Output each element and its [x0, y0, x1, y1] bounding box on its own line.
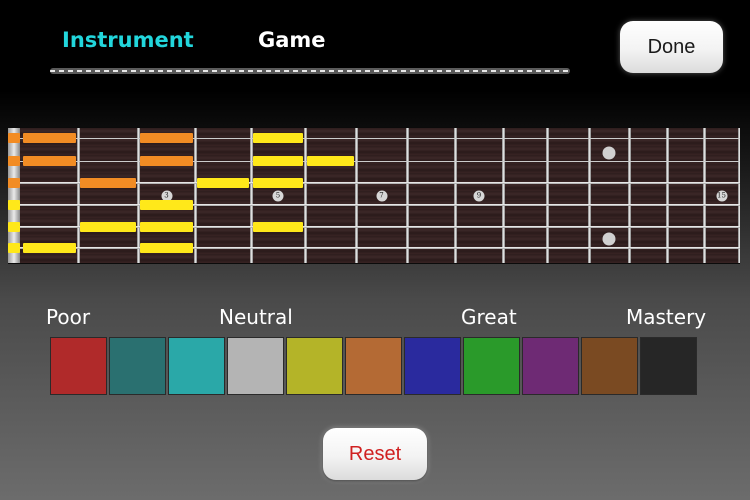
fret-7 — [406, 128, 409, 263]
inlay-fret-5: 5 — [272, 190, 284, 202]
open-string-marker[interactable] — [8, 178, 20, 188]
fret-14 — [703, 128, 706, 263]
note-marker[interactable] — [197, 178, 249, 188]
open-string-marker[interactable] — [8, 222, 20, 232]
inlay-fret-9: 9 — [473, 190, 485, 202]
note-marker[interactable] — [23, 243, 76, 253]
note-marker[interactable] — [140, 200, 193, 210]
note-marker[interactable] — [23, 133, 76, 143]
open-string-marker[interactable] — [8, 200, 20, 210]
note-marker[interactable] — [23, 156, 76, 166]
note-marker[interactable] — [80, 178, 136, 188]
fretboard[interactable]: 3 5 7 9 15 — [8, 127, 740, 264]
legend-swatch-9 — [522, 337, 579, 395]
note-marker[interactable] — [253, 178, 303, 188]
tab-instrument[interactable]: Instrument — [62, 28, 194, 52]
note-marker[interactable] — [140, 156, 193, 166]
note-marker[interactable] — [140, 243, 193, 253]
fret-9 — [502, 128, 505, 263]
legend-label-great: Great — [461, 305, 517, 329]
inlay-dot-fret-12 — [602, 146, 616, 160]
string-6 — [8, 246, 740, 250]
note-marker[interactable] — [80, 222, 136, 232]
legend-swatch-5 — [286, 337, 343, 395]
legend-label-poor: Poor — [46, 305, 91, 329]
fret-15 — [738, 128, 740, 263]
fret-10 — [546, 128, 549, 263]
legend-swatch-11 — [640, 337, 697, 395]
fret-13 — [666, 128, 669, 263]
fret-1 — [77, 128, 80, 263]
fret-8 — [454, 128, 457, 263]
fret-5 — [304, 128, 307, 263]
reset-button[interactable]: Reset — [323, 428, 427, 480]
note-marker[interactable] — [307, 156, 354, 166]
legend-swatch-4 — [227, 337, 284, 395]
legend-swatch-10 — [581, 337, 638, 395]
fret-11 — [588, 128, 591, 263]
done-button[interactable]: Done — [620, 21, 723, 73]
fret-12 — [628, 128, 631, 263]
mastery-color-legend — [50, 337, 699, 397]
note-marker[interactable] — [140, 222, 193, 232]
legend-swatch-3 — [168, 337, 225, 395]
note-marker[interactable] — [140, 133, 193, 143]
fret-4 — [250, 128, 253, 263]
note-marker[interactable] — [253, 133, 303, 143]
legend-swatch-2 — [109, 337, 166, 395]
legend-swatch-8 — [463, 337, 520, 395]
note-marker[interactable] — [253, 222, 303, 232]
legend-swatch-6 — [345, 337, 402, 395]
fret-3 — [194, 128, 197, 263]
inlay-fret-15: 15 — [716, 190, 727, 202]
inlay-fret-7: 7 — [376, 190, 387, 202]
open-string-marker[interactable] — [8, 156, 20, 166]
legend-label-mastery: Mastery — [626, 305, 707, 329]
legend-swatch-1 — [50, 337, 107, 395]
inlay-dot-fret-12 — [602, 232, 616, 246]
legend-label-neutral: Neutral — [219, 305, 293, 329]
note-marker[interactable] — [253, 156, 303, 166]
string-1 — [8, 137, 740, 139]
open-string-marker[interactable] — [8, 133, 20, 143]
fret-6 — [355, 128, 358, 263]
tab-game[interactable]: Game — [258, 28, 326, 52]
open-string-marker[interactable] — [8, 243, 20, 253]
tab-indicator-rail — [50, 68, 570, 74]
string-4 — [8, 204, 740, 206]
string-2 — [8, 160, 740, 162]
legend-swatch-7 — [404, 337, 461, 395]
